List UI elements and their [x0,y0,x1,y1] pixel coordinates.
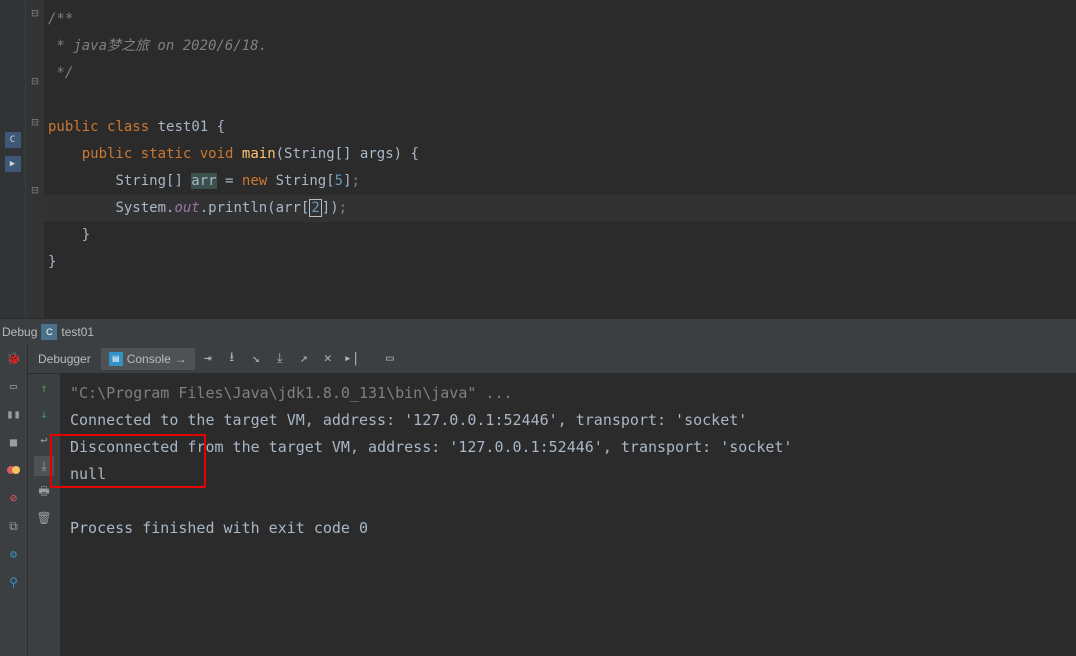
rerun-debug-icon[interactable]: 🐞 [4,348,24,368]
console-line: Disconnected from the target VM, address… [70,434,1066,461]
debug-side-toolbar: 🐞 ▭ ▮▮ ■ ⊘ ⧉ ⚙ ⚲ [0,344,28,656]
tab-debugger[interactable]: Debugger [30,348,99,370]
debug-title: Debug [2,325,37,339]
fold-icon[interactable]: ⊟ [31,115,38,129]
breakpoints-icon[interactable] [4,460,24,480]
soft-wrap-icon[interactable]: ↩ [34,430,54,450]
run-config-name: test01 [61,325,94,339]
run-config-icon: C [41,324,57,340]
fold-icon[interactable]: ⊟ [31,6,38,20]
run-to-cursor-icon[interactable]: ▸| [341,348,363,370]
mute-breakpoints-icon[interactable]: ⊘ [4,488,24,508]
step-out-icon[interactable]: ↗ [293,348,315,370]
code-text: String[] [115,173,191,189]
resume-icon[interactable]: ▭ [4,376,24,396]
fold-icon[interactable]: ⊟ [31,183,38,197]
caret-num: 2 [309,199,321,217]
close-brace: } [48,254,56,270]
up-stack-icon[interactable]: ↑ [34,378,54,398]
stop-icon[interactable]: ■ [4,432,24,452]
pause-icon[interactable]: ▮▮ [4,404,24,424]
code-pane[interactable]: /** * java梦之旅 on 2020/6/18. */ public cl… [44,0,1076,318]
code-text: */ [48,65,73,81]
console-null-output: null [70,461,1066,488]
class-gutter-icon[interactable]: C [5,132,21,148]
debug-tabbar: Debugger ▤Console → ⇥ ⭳ ↘ ⤓ ↗ ✕ ▸| ▭ [28,344,1076,374]
step-into-icon[interactable]: ↘ [245,348,267,370]
debug-panel-header: Debug C test01 [0,319,1076,344]
step-over-icon[interactable]: ⭳ [221,348,243,370]
console-command: "C:\Program Files\Java\jdk1.8.0_131\bin\… [70,380,1066,407]
kw-new: new [242,173,267,189]
kw-public: public [82,146,133,162]
tab-console[interactable]: ▤Console → [101,348,195,370]
pin-icon[interactable]: ⚲ [4,572,24,592]
clear-icon[interactable]: 🗑 [34,508,54,528]
kw-void: void [200,146,234,162]
out-field: out [174,200,199,216]
console-exit-line: Process finished with exit code 0 [70,515,1066,542]
close-brace: } [82,227,90,243]
class-name: test01 [158,119,209,135]
console-line: Connected to the target VM, address: '12… [70,407,1066,434]
code-text: /** [48,11,73,27]
kw-class: class [107,119,149,135]
down-stack-icon[interactable]: ↓ [34,404,54,424]
kw-public: public [48,119,99,135]
fold-gutter: ⊟ ⊟ ⊟ ⊟ [26,0,44,318]
drop-frame-icon[interactable]: ✕ [317,348,339,370]
layout-icon[interactable]: ⧉ [4,516,24,536]
console-output[interactable]: "C:\Program Files\Java\jdk1.8.0_131\bin\… [60,374,1076,656]
code-text: * java梦之旅 on 2020/6/18. [48,38,267,54]
fold-icon[interactable]: ⊟ [31,74,38,88]
show-exec-point-icon[interactable]: ⇥ [197,348,219,370]
debug-panel: Debug C test01 🐞 ▭ ▮▮ ■ ⊘ ⧉ ⚙ ⚲ Debugger… [0,318,1076,656]
editor-left-gutter: C ▶ [0,0,26,318]
force-step-into-icon[interactable]: ⤓ [269,348,291,370]
params: (String[] args) { [276,146,419,162]
console-area: ↑ ↓ ↩ ⤓ 🖶 🗑 "C:\Program Files\Java\jdk1.… [28,374,1076,656]
settings-icon[interactable]: ⚙ [4,544,24,564]
fn-main: main [242,146,276,162]
print-icon[interactable]: 🖶 [34,482,54,502]
method-gutter-icon[interactable]: ▶ [5,156,21,172]
console-icon: ▤ [109,352,123,366]
scroll-end-icon[interactable]: ⤓ [34,456,54,476]
evaluate-icon[interactable]: ▭ [379,348,401,370]
code-editor: C ▶ ⊟ ⊟ ⊟ ⊟ /** * java梦之旅 on 2020/6/18. … [0,0,1076,318]
kw-static: static [141,146,192,162]
var-arr: arr [191,173,216,189]
console-toolbar: ↑ ↓ ↩ ⤓ 🖶 🗑 [28,374,60,656]
num-literal: 5 [335,173,343,189]
